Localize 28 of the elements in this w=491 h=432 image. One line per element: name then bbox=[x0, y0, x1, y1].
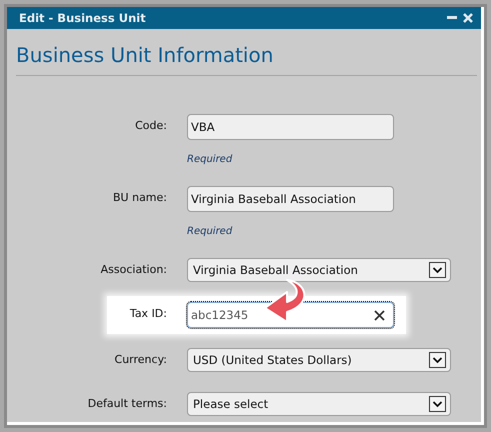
text-field[interactable]: Virginia Baseball Association bbox=[187, 186, 394, 212]
chevron-down-icon bbox=[429, 352, 446, 368]
field-label: BU name: bbox=[112, 190, 167, 205]
chevron-down-icon bbox=[429, 396, 446, 412]
field-value: Virginia Baseball Association bbox=[193, 263, 358, 277]
field-value: VBA bbox=[191, 120, 215, 134]
text-field[interactable]: VBA bbox=[187, 114, 394, 140]
text-field[interactable]: abc12345 bbox=[187, 302, 394, 328]
field-value: USD (United States Dollars) bbox=[193, 353, 352, 367]
field-label: Code: bbox=[134, 118, 167, 133]
required-note: Required bbox=[187, 226, 234, 238]
field-value: Virginia Baseball Association bbox=[191, 192, 356, 206]
clear-icon[interactable] bbox=[374, 310, 385, 320]
close-icon[interactable] bbox=[463, 13, 473, 24]
dropdown-field[interactable]: USD (United States Dollars) bbox=[187, 348, 451, 372]
field-label: Association: bbox=[100, 262, 167, 277]
field-value: Please select bbox=[193, 397, 268, 411]
section-heading: Business Unit Information bbox=[16, 43, 274, 68]
field-value: abc12345 bbox=[191, 308, 248, 322]
required-note: Required bbox=[187, 154, 234, 166]
chevron-down-icon bbox=[429, 262, 446, 278]
dropdown-field[interactable]: Virginia Baseball Association bbox=[187, 258, 451, 282]
field-label: Default terms: bbox=[86, 396, 167, 411]
dropdown-field[interactable]: Please select bbox=[187, 392, 451, 416]
field-label: Currency: bbox=[114, 352, 167, 367]
minimize-icon[interactable] bbox=[447, 16, 457, 20]
field-label: Tax ID: bbox=[128, 306, 167, 321]
window-title: Edit - Business Unit bbox=[19, 11, 146, 26]
